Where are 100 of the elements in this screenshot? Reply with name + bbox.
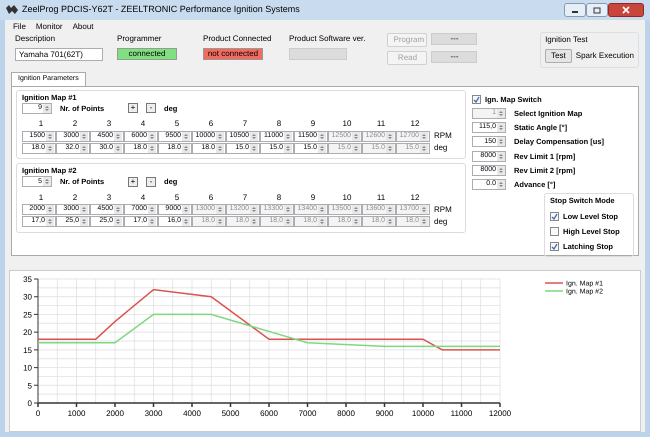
x-tick-label: 8000 xyxy=(337,408,355,418)
column-header: 5 xyxy=(174,192,180,204)
y-tick-label: 20 xyxy=(23,328,32,337)
column-header: 2 xyxy=(72,118,78,130)
column-header: 11 xyxy=(376,192,386,204)
y-tick-label: 35 xyxy=(23,274,32,284)
menu-item[interactable]: Monitor xyxy=(36,21,63,31)
x-tick-label: 4000 xyxy=(183,408,201,418)
spinner-arrows-icon xyxy=(216,144,224,152)
spinner-arrows-icon xyxy=(497,152,505,161)
app-logo-icon xyxy=(6,5,18,15)
column-header: 7 xyxy=(242,192,248,204)
remove-button[interactable]: - xyxy=(146,176,156,187)
column-header: 6 xyxy=(208,118,214,130)
spinner-arrows-icon xyxy=(250,144,258,152)
spinner-arrows-icon xyxy=(318,217,326,226)
column-header: 6 xyxy=(208,192,214,204)
spinner-arrows-icon xyxy=(250,217,258,226)
spinner-arrows-icon xyxy=(216,217,224,226)
spinner-arrows-icon xyxy=(420,132,428,140)
add-button[interactable]: + xyxy=(128,103,138,114)
spinner-arrows-icon xyxy=(352,144,360,152)
spinner-arrows-icon xyxy=(182,205,190,214)
x-tick-label: 9000 xyxy=(376,408,394,418)
spinner-arrows-icon xyxy=(284,205,292,214)
column-header: 11 xyxy=(376,118,386,130)
product-status: not connected xyxy=(203,48,263,60)
y-tick-label: 25 xyxy=(23,310,32,319)
spinner-arrows-icon xyxy=(80,132,88,140)
spinner-arrows-icon xyxy=(114,144,122,152)
spinner-arrows-icon xyxy=(114,205,122,214)
version-field xyxy=(289,48,347,60)
close-button[interactable] xyxy=(608,3,644,17)
field-label: Product Connected xyxy=(203,33,272,45)
column-header: 9 xyxy=(310,192,316,204)
y-tick-label: 15 xyxy=(23,345,32,354)
y-tick-label: 0 xyxy=(28,398,32,408)
spinner-arrows-icon xyxy=(352,217,360,226)
y-tick-label: 30 xyxy=(23,292,32,302)
test-button[interactable]: Test xyxy=(545,49,572,63)
row-label: deg xyxy=(434,216,448,228)
spinner-arrows-icon xyxy=(148,132,156,140)
column-header: 3 xyxy=(106,118,112,130)
description-field[interactable]: Yamaha 701(62T) xyxy=(15,48,103,61)
programmer-status: connected xyxy=(117,48,177,60)
close-icon xyxy=(622,6,630,14)
column-header: 3 xyxy=(106,192,112,204)
add-button[interactable]: + xyxy=(128,176,138,187)
spinner-arrows-icon xyxy=(182,144,190,152)
column-header: 10 xyxy=(342,118,352,130)
spinner-arrows-icon xyxy=(420,205,428,214)
maximize-button[interactable] xyxy=(586,3,608,17)
status-field: --- xyxy=(431,33,478,45)
checkbox[interactable] xyxy=(550,212,559,221)
spinner-arrows-icon xyxy=(216,132,224,140)
column-header: 12 xyxy=(410,118,420,130)
checkbox[interactable] xyxy=(550,242,559,252)
column-header: 5 xyxy=(174,118,180,130)
spinner-arrows-icon xyxy=(318,205,326,214)
spinner-arrows-icon xyxy=(148,205,156,214)
column-header: 7 xyxy=(242,118,248,130)
column-header: 12 xyxy=(410,192,420,204)
column-header: 4 xyxy=(140,192,146,204)
spinner-arrows-icon xyxy=(284,132,292,140)
x-tick-label: 3000 xyxy=(144,408,162,418)
spinner-arrows-icon xyxy=(497,137,505,146)
spinner-arrows-icon xyxy=(284,144,292,152)
spinner-arrows-icon xyxy=(386,144,394,152)
menu-item[interactable]: About xyxy=(72,21,94,31)
row-label: RPM xyxy=(434,130,452,142)
x-tick-label: 11000 xyxy=(450,408,472,418)
spinner-arrows-icon xyxy=(46,144,54,152)
spinner-arrows-icon xyxy=(497,180,505,190)
column-header: 4 xyxy=(140,118,146,130)
spinner-arrows-icon xyxy=(80,217,88,226)
check-icon xyxy=(551,212,558,220)
spinner-arrows-icon xyxy=(80,205,88,214)
checkbox[interactable] xyxy=(472,94,481,104)
checkbox[interactable] xyxy=(550,226,559,236)
x-tick-label: 7000 xyxy=(298,408,316,418)
spinner-arrows-icon xyxy=(46,132,54,140)
column-header: 2 xyxy=(72,192,78,204)
minimize-button[interactable] xyxy=(564,3,586,17)
spinner-arrows-icon xyxy=(114,217,122,226)
field-label: Product Software ver. xyxy=(289,33,366,45)
remove-button[interactable]: - xyxy=(146,103,156,114)
menu-item[interactable]: File xyxy=(13,21,26,31)
spinner-arrows-icon xyxy=(386,217,394,226)
window-title: ZeelProg PDCIS-Y62T - ZEELTRONIC Performance Ignition Systems xyxy=(22,3,300,16)
spinner-arrows-icon xyxy=(386,205,394,214)
spinner-arrows-icon xyxy=(284,217,292,226)
check-icon xyxy=(551,243,558,250)
row-label: deg xyxy=(434,142,448,154)
y-tick-label: 5 xyxy=(28,380,32,390)
spinner-arrows-icon xyxy=(352,132,360,140)
spinner-arrows-icon xyxy=(497,108,505,118)
spinner-arrows-icon xyxy=(182,217,190,226)
spinner-arrows-icon xyxy=(46,205,54,214)
spinner-arrows-icon xyxy=(497,166,505,175)
y-tick-label: 10 xyxy=(23,363,32,372)
